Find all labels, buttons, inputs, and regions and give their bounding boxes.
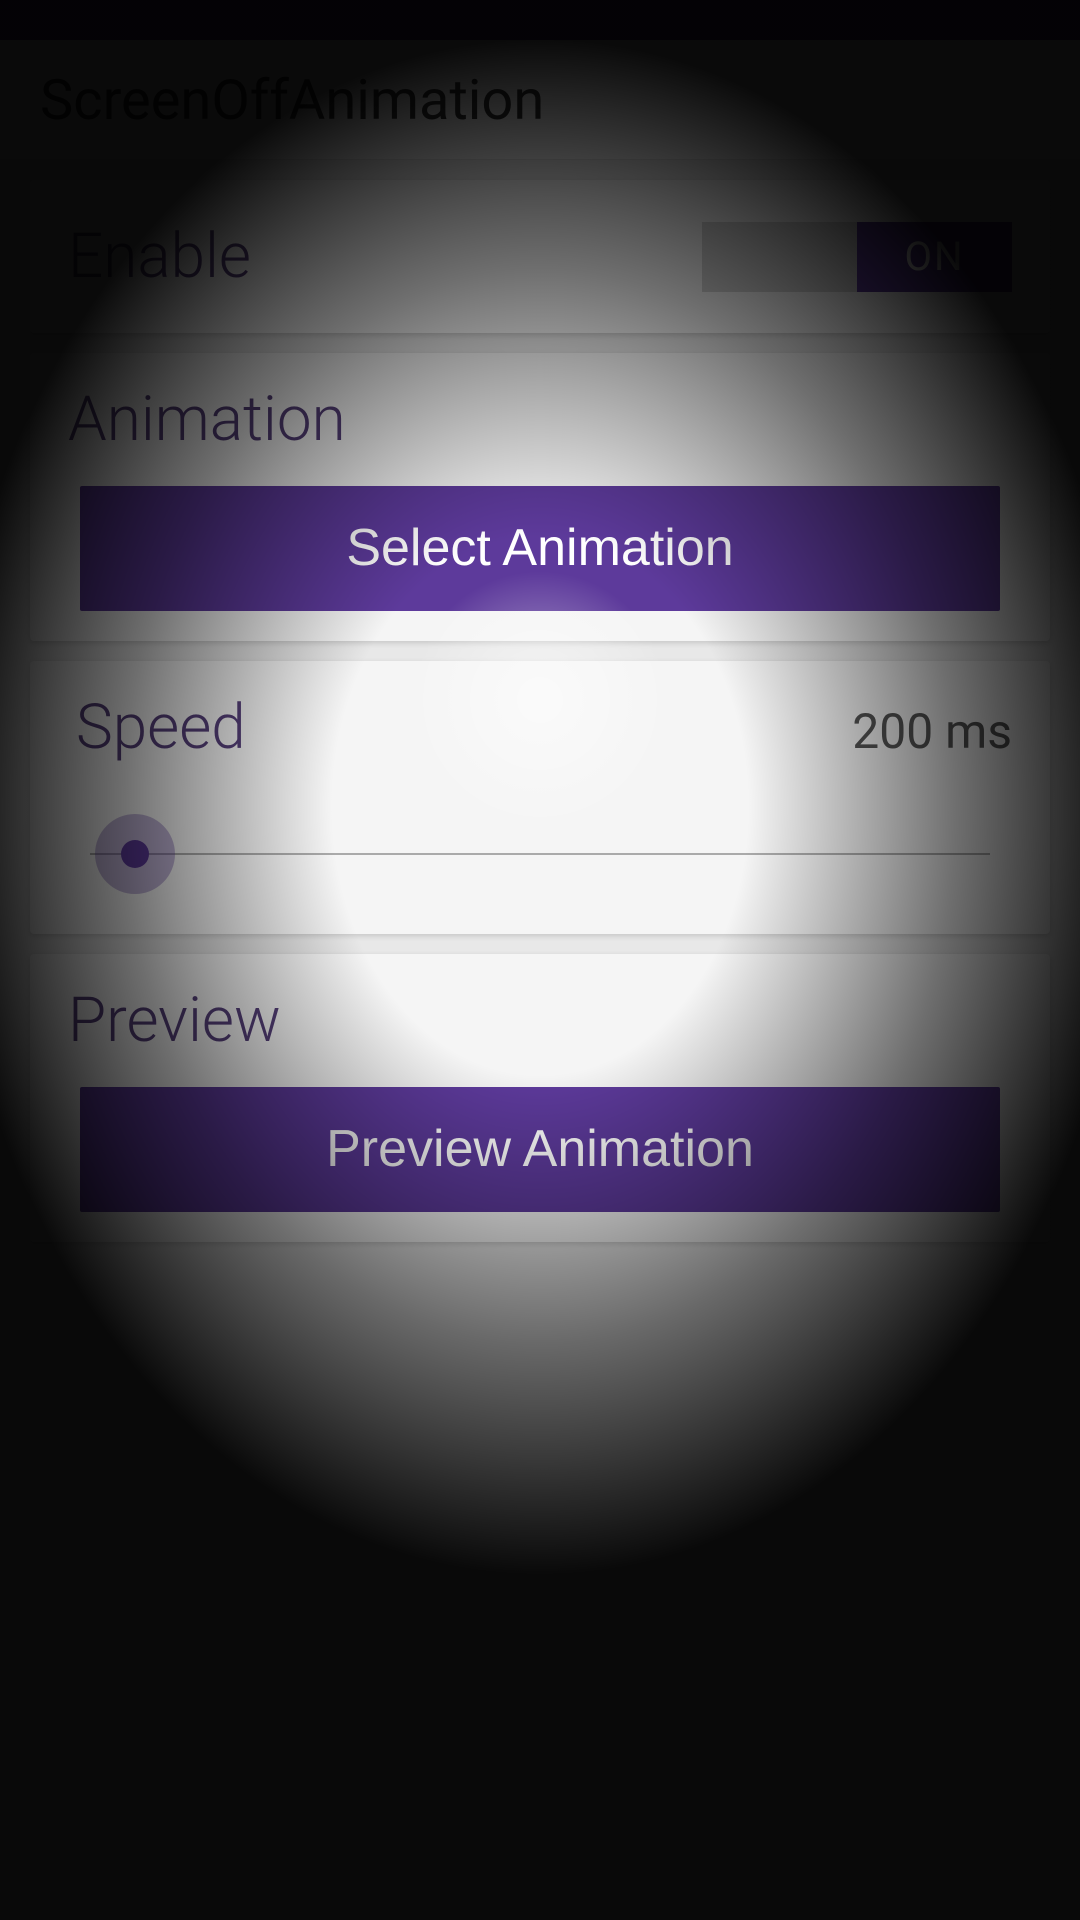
slider-thumb[interactable] — [95, 814, 175, 894]
animation-card: Animation Select Animation — [30, 353, 1050, 641]
app-title: ScreenOffAnimation — [40, 67, 544, 133]
speed-title: Speed — [68, 691, 246, 764]
select-animation-button[interactable]: Select Animation — [80, 486, 1000, 611]
slider-track — [90, 853, 990, 855]
speed-card: Speed 200 ms — [30, 661, 1050, 934]
speed-value: 200 ms — [852, 703, 1012, 760]
speed-slider[interactable] — [90, 814, 990, 894]
speed-header: Speed 200 ms — [60, 691, 1020, 794]
enable-card: Enable ON — [30, 180, 1050, 333]
status-bar — [0, 0, 1080, 40]
animation-title: Animation — [60, 383, 1020, 456]
enable-toggle-state: ON — [857, 222, 1012, 292]
app-bar: ScreenOffAnimation — [0, 40, 1080, 160]
enable-row: Enable ON — [60, 210, 1020, 303]
preview-card: Preview Preview Animation — [30, 954, 1050, 1242]
enable-label: Enable — [68, 220, 251, 293]
enable-toggle[interactable]: ON — [702, 222, 1012, 292]
preview-title: Preview — [60, 984, 1020, 1057]
preview-animation-button[interactable]: Preview Animation — [80, 1087, 1000, 1212]
